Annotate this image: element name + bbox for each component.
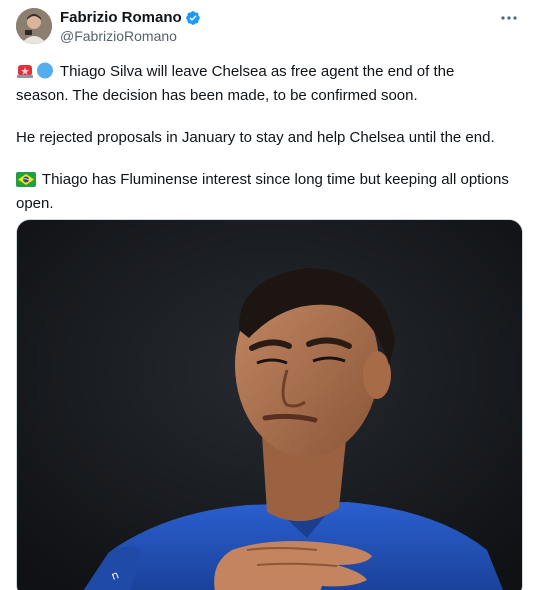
tweet-line-1: Thiago Silva will leave Chelsea as free …	[16, 63, 455, 104]
police-siren-emoji-icon	[16, 62, 34, 85]
author-handle[interactable]: @FabrizioRomano	[60, 27, 201, 45]
display-name[interactable]: Fabrizio Romano	[60, 9, 182, 27]
tweet: Fabrizio Romano @FabrizioRomano Thiago S…	[0, 0, 535, 590]
tweet-paragraph-1: Thiago Silva will leave Chelsea as free …	[16, 61, 511, 106]
author-identity: Fabrizio Romano @FabrizioRomano	[60, 8, 201, 45]
tweet-text: Thiago Silva will leave Chelsea as free …	[16, 61, 523, 214]
tweet-header: Fabrizio Romano @FabrizioRomano	[16, 8, 523, 52]
tweet-paragraph-3: Thiago has Fluminense interest since lon…	[16, 169, 511, 214]
brazil-flag-emoji-icon	[16, 172, 36, 193]
tweet-photo[interactable]: n	[16, 219, 523, 590]
verified-badge-icon	[185, 10, 201, 26]
avatar[interactable]	[16, 8, 52, 44]
name-row: Fabrizio Romano	[60, 9, 201, 27]
player-photo-illustration: n	[17, 220, 522, 590]
blue-circle-emoji-icon	[36, 62, 54, 85]
tweet-paragraph-2: He rejected proposals in January to stay…	[16, 127, 511, 148]
tweet-line-2: He rejected proposals in January to stay…	[16, 129, 495, 146]
more-options-icon[interactable]	[495, 8, 523, 28]
tweet-line-3: Thiago has Fluminense interest since lon…	[16, 171, 509, 212]
